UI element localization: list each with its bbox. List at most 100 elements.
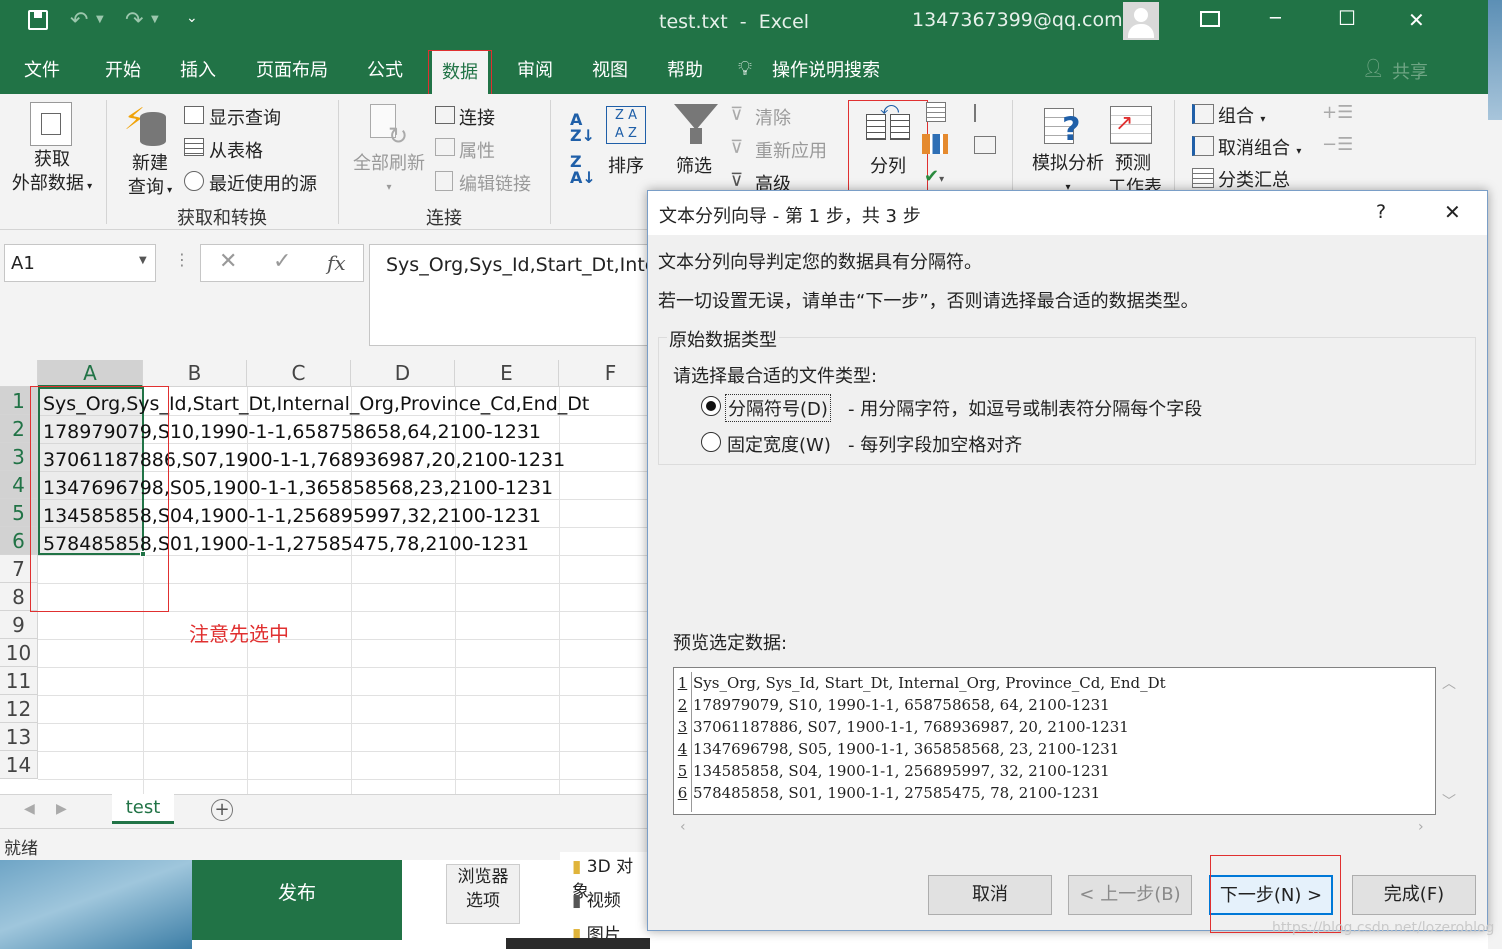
cancel-icon[interactable]: ✕ (219, 249, 237, 274)
column-header-d[interactable]: D (351, 360, 455, 387)
publish-button[interactable]: 发布 (192, 860, 402, 940)
tab-file[interactable]: 文件 (24, 56, 60, 82)
column-header-f[interactable]: F (559, 360, 650, 387)
recent-sources-icon (184, 171, 204, 191)
account-email[interactable]: 1347367399@qq.com (912, 9, 1123, 31)
enter-icon[interactable]: ✓ (273, 249, 291, 274)
column-header-c[interactable]: C (247, 360, 351, 387)
background-windows: 发布 浏览器 选项 ▮ 3D 对象 ▮ 视频 ▮ 图片 (0, 852, 650, 949)
scroll-left-icon[interactable]: ◀ (24, 801, 35, 817)
row-header[interactable]: 11 (0, 667, 38, 695)
flash-fill-icon[interactable] (926, 102, 946, 122)
undo-dropdown-icon[interactable]: ▼ (96, 14, 104, 25)
undo-icon[interactable]: ↶ (70, 8, 88, 33)
scroll-down-icon[interactable]: ﹀ (1442, 791, 1456, 811)
from-table-button[interactable]: 从表格 (209, 137, 263, 163)
sort-ascending-icon[interactable]: A Z↓ (570, 112, 595, 144)
group-button[interactable]: 组合 ▾ (1218, 102, 1265, 128)
new-sheet-icon[interactable]: + (211, 799, 233, 821)
maximize-button[interactable]: ☐ (1338, 6, 1356, 30)
insert-function-icon[interactable]: fx (327, 251, 346, 275)
radio-fixed-width[interactable] (701, 432, 721, 452)
redo-icon[interactable]: ↷ (125, 8, 143, 33)
row-header[interactable]: 10 (0, 639, 38, 667)
customize-toolbar-icon[interactable]: ⌄ (186, 10, 198, 26)
option-delimited-label[interactable]: 分隔符号(D) (725, 394, 831, 422)
formula-input[interactable]: Sys_Org,Sys_Id,Start_Dt,Inter (369, 244, 664, 346)
show-detail-icon[interactable]: +☰ (1322, 102, 1353, 123)
edit-links-button[interactable]: 编辑链接 (459, 170, 531, 196)
sort-button[interactable]: 排序 (608, 152, 644, 178)
sheet-tab-test[interactable]: test (112, 794, 174, 824)
filter-icon (674, 104, 718, 130)
properties-button[interactable]: 属性 (459, 137, 495, 163)
relationships-icon[interactable] (974, 136, 996, 154)
subtotal-icon (1192, 168, 1214, 188)
consolidate-icon[interactable] (974, 104, 996, 122)
dialog-title: 文本分列向导 - 第 1 步，共 3 步 (659, 206, 921, 227)
connections-button[interactable]: 连接 (459, 104, 495, 130)
finish-button[interactable]: 完成(F) (1352, 875, 1476, 915)
new-query-button[interactable]: 新建 查询 ▾ (122, 152, 178, 203)
tab-page-layout[interactable]: 页面布局 (256, 56, 328, 82)
browser-options-button[interactable]: 浏览器 选项 (446, 864, 520, 924)
tab-help[interactable]: 帮助 (667, 56, 703, 82)
folder-item[interactable]: ▮ 视频 (572, 886, 621, 911)
tell-me-search[interactable]: 操作说明搜索 (772, 56, 880, 82)
show-queries-button[interactable]: 显示查询 (209, 104, 281, 130)
ribbon-display-options-icon[interactable] (1200, 11, 1220, 27)
sort-descending-icon[interactable]: Z A↓ (570, 154, 596, 186)
select-all-corner[interactable] (0, 360, 38, 387)
tab-view[interactable]: 视图 (592, 56, 628, 82)
worksheet-grid[interactable]: A B C D E F 1 2 3 4 5 6 7 8 9 10 11 12 1… (0, 360, 650, 794)
preview-row: 178979079, S10, 1990-1-1, 658758658, 64,… (693, 696, 1110, 714)
tab-formulas[interactable]: 公式 (367, 56, 403, 82)
share-button[interactable]: 共享 (1392, 58, 1428, 84)
redo-dropdown-icon[interactable]: ▼ (151, 14, 159, 25)
column-header-e[interactable]: E (455, 360, 559, 387)
dialog-close-button[interactable]: ✕ (1444, 200, 1461, 224)
avatar[interactable] (1123, 2, 1159, 40)
cancel-button[interactable]: 取消 (928, 875, 1052, 915)
column-header-b[interactable]: B (143, 360, 247, 387)
option-fixed-width-label[interactable]: 固定宽度(W) (727, 431, 831, 457)
help-button[interactable]: ? (1376, 201, 1386, 223)
tab-review[interactable]: 审阅 (517, 56, 553, 82)
ungroup-button[interactable]: 取消组合 ▾ (1218, 134, 1301, 160)
radio-delimited[interactable] (701, 396, 721, 416)
window-title: test.txt - Excel (659, 11, 810, 33)
name-box[interactable]: A1 ▼ (4, 244, 156, 282)
data-validation-icon[interactable]: ✔▾ (924, 166, 944, 187)
tab-insert[interactable]: 插入 (180, 56, 216, 82)
scroll-right-icon[interactable]: › (1418, 819, 1424, 835)
more-icon: ⋮ (174, 250, 190, 269)
row-header[interactable]: 13 (0, 723, 38, 751)
subtotal-button[interactable]: 分类汇总 (1218, 166, 1290, 192)
share-icon: 👤︎ (1362, 58, 1385, 79)
tab-data-highlight (428, 50, 492, 98)
close-button[interactable]: ✕ (1408, 8, 1425, 32)
reapply-button[interactable]: 重新应用 (755, 137, 827, 163)
get-external-data-button[interactable]: 获取 外部数据 ▾ (10, 148, 94, 199)
hide-detail-icon[interactable]: −☰ (1322, 134, 1353, 155)
tab-home[interactable]: 开始 (105, 56, 141, 82)
chevron-down-icon: ▼ (139, 255, 147, 266)
refresh-all-button[interactable]: 全部刷新 ▾ (352, 152, 426, 200)
group-label-get-transform: 获取和转换 (177, 208, 267, 229)
row-header[interactable]: 12 (0, 695, 38, 723)
scroll-right-icon[interactable]: ▶ (56, 801, 67, 817)
save-icon[interactable] (28, 10, 48, 30)
scroll-left-icon[interactable]: ‹ (680, 819, 686, 835)
back-button[interactable]: < 上一步(B) (1068, 875, 1192, 915)
scroll-up-icon[interactable]: ︿ (1442, 673, 1456, 693)
column-header-a[interactable]: A (38, 360, 143, 387)
remove-duplicates-icon[interactable] (922, 134, 948, 154)
row-header[interactable]: 9 (0, 611, 38, 639)
filter-button[interactable]: 筛选 (676, 152, 712, 178)
text-to-columns-highlight (848, 100, 928, 196)
minimize-button[interactable]: ─ (1270, 8, 1281, 29)
recent-sources-button[interactable]: 最近使用的源 (209, 170, 317, 196)
clear-button[interactable]: 清除 (755, 104, 791, 130)
preview-box[interactable]: 123456 Sys_Org, Sys_Id, Start_Dt, Intern… (673, 667, 1436, 815)
row-header[interactable]: 14 (0, 751, 38, 779)
